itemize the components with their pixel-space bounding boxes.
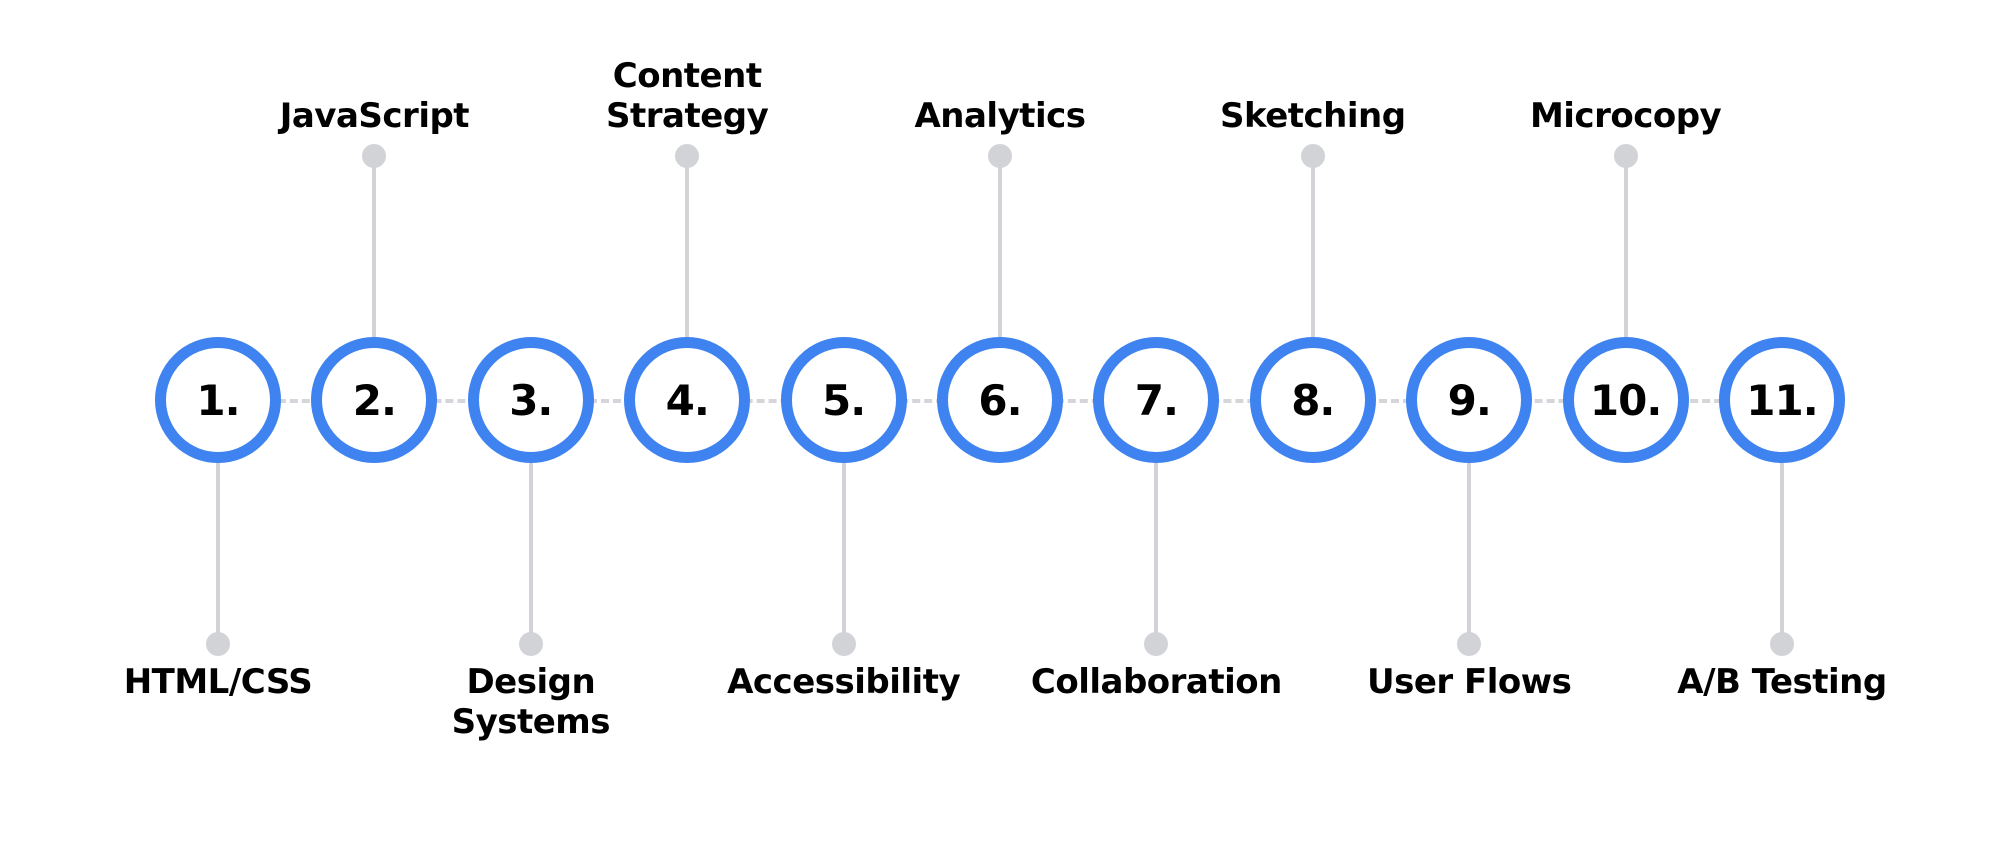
step-label: Content Strategy bbox=[606, 56, 769, 136]
step-circle: 10. bbox=[1562, 337, 1689, 463]
step-number: 11. bbox=[1746, 375, 1818, 425]
step-circle: 1. bbox=[155, 337, 281, 463]
step-circle: 7. bbox=[1093, 337, 1220, 463]
step-number: 4. bbox=[665, 375, 710, 425]
step-circle: 6. bbox=[937, 337, 1063, 463]
step-number: 8. bbox=[1291, 375, 1335, 425]
step-circle: 11. bbox=[1719, 337, 1845, 463]
step-number: 10. bbox=[1589, 375, 1662, 425]
connector-dot bbox=[518, 632, 543, 656]
step-label: Microcopy bbox=[1529, 96, 1722, 136]
step-number: 9. bbox=[1447, 375, 1492, 425]
step-circle: 9. bbox=[1406, 337, 1533, 463]
step-number: 5. bbox=[822, 375, 866, 425]
step-circle: 4. bbox=[624, 337, 751, 463]
connector-dot bbox=[206, 632, 230, 656]
step-label: Design Systems bbox=[451, 662, 611, 742]
step-label: Accessibility bbox=[727, 662, 961, 702]
connector-dot bbox=[1300, 144, 1325, 168]
step-label: HTML/CSS bbox=[123, 662, 313, 702]
step-label: Collaboration bbox=[1030, 662, 1282, 702]
step-number: 6. bbox=[978, 375, 1022, 425]
step-circle: 2. bbox=[311, 337, 438, 463]
step-label: Sketching bbox=[1220, 96, 1406, 136]
connector-dot bbox=[831, 632, 856, 656]
connector-dot bbox=[1613, 144, 1638, 168]
step-label: A/B Testing bbox=[1677, 662, 1887, 702]
step-label: User Flows bbox=[1366, 662, 1572, 702]
step-label: JavaScript bbox=[279, 96, 470, 136]
step-circle: 5. bbox=[780, 337, 907, 463]
connector-dot bbox=[362, 144, 387, 168]
step-number: 2. bbox=[352, 375, 397, 425]
connector-dot bbox=[1457, 632, 1482, 656]
step-circle: 3. bbox=[467, 337, 594, 463]
step-number: 1. bbox=[196, 375, 240, 425]
connector-dot bbox=[988, 144, 1012, 168]
step-number: 7. bbox=[1134, 375, 1179, 425]
connector-dot bbox=[675, 144, 700, 168]
step-circle: 8. bbox=[1249, 337, 1376, 463]
timeline-diagram: 1. HTML/CSS 2. JavaScript 3. Design Systems 4.… bbox=[0, 0, 2000, 848]
connector-dot bbox=[1144, 632, 1169, 656]
connector-dot bbox=[1770, 632, 1794, 656]
step-number: 3. bbox=[509, 375, 553, 425]
step-label: Analytics bbox=[914, 96, 1086, 136]
